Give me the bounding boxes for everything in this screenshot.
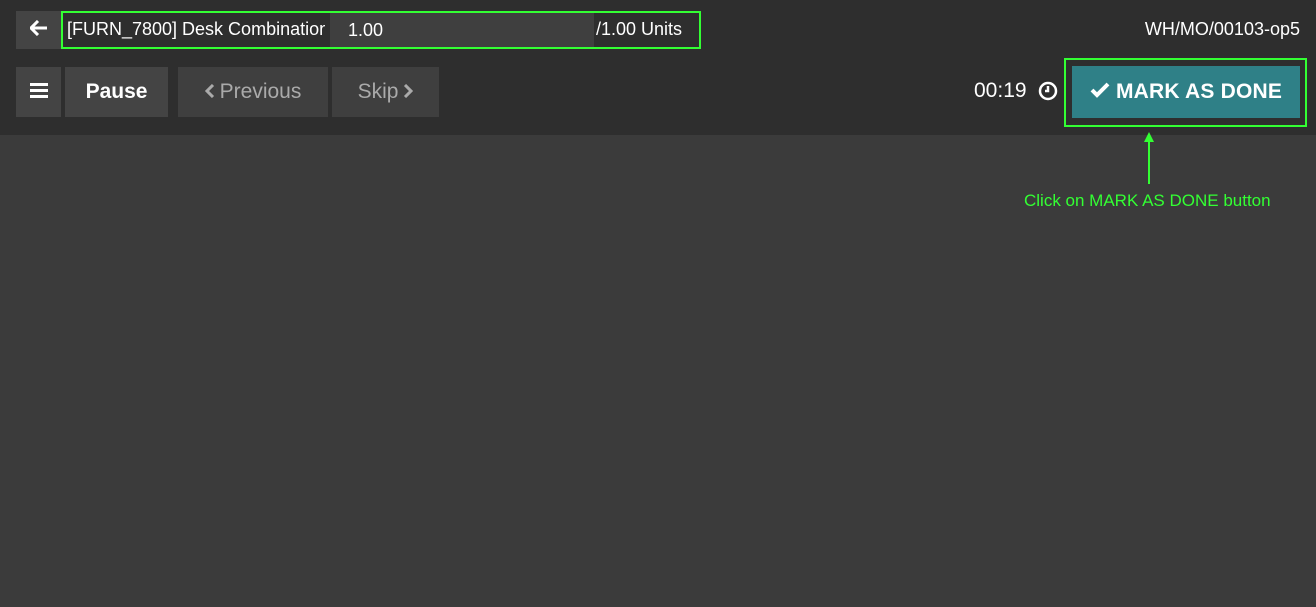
pause-button-label: Pause	[85, 80, 148, 103]
chevron-right-icon	[403, 80, 414, 104]
skip-button-label: Skip	[357, 80, 399, 103]
mark-as-done-button[interactable]: MARK AS DONE	[1072, 66, 1300, 118]
product-label: [FURN_7800] Desk Combination:	[67, 19, 325, 39]
check-icon	[1090, 80, 1110, 104]
clock-icon	[1038, 81, 1058, 101]
skip-button[interactable]: Skip	[332, 67, 439, 117]
elapsed-timer: 00:19	[974, 79, 1027, 102]
hamburger-menu-icon	[29, 82, 48, 103]
mark-as-done-label: MARK AS DONE	[1115, 80, 1283, 103]
pause-button[interactable]: Pause	[65, 67, 168, 117]
quantity-input[interactable]	[330, 13, 594, 47]
back-button[interactable]	[16, 11, 61, 49]
previous-button-label: Previous	[219, 80, 302, 103]
chevron-left-icon	[204, 80, 215, 104]
annotation-arrow-line	[1148, 140, 1150, 184]
menu-button[interactable]	[16, 67, 61, 117]
annotation-hint-text: Click on MARK AS DONE button	[1024, 191, 1271, 210]
previous-button[interactable]: Previous	[178, 67, 328, 117]
arrow-left-icon	[29, 19, 48, 41]
work-order-reference: WH/MO/00103-op5	[1144, 19, 1300, 39]
quantity-suffix: /1.00 Units	[596, 19, 683, 39]
